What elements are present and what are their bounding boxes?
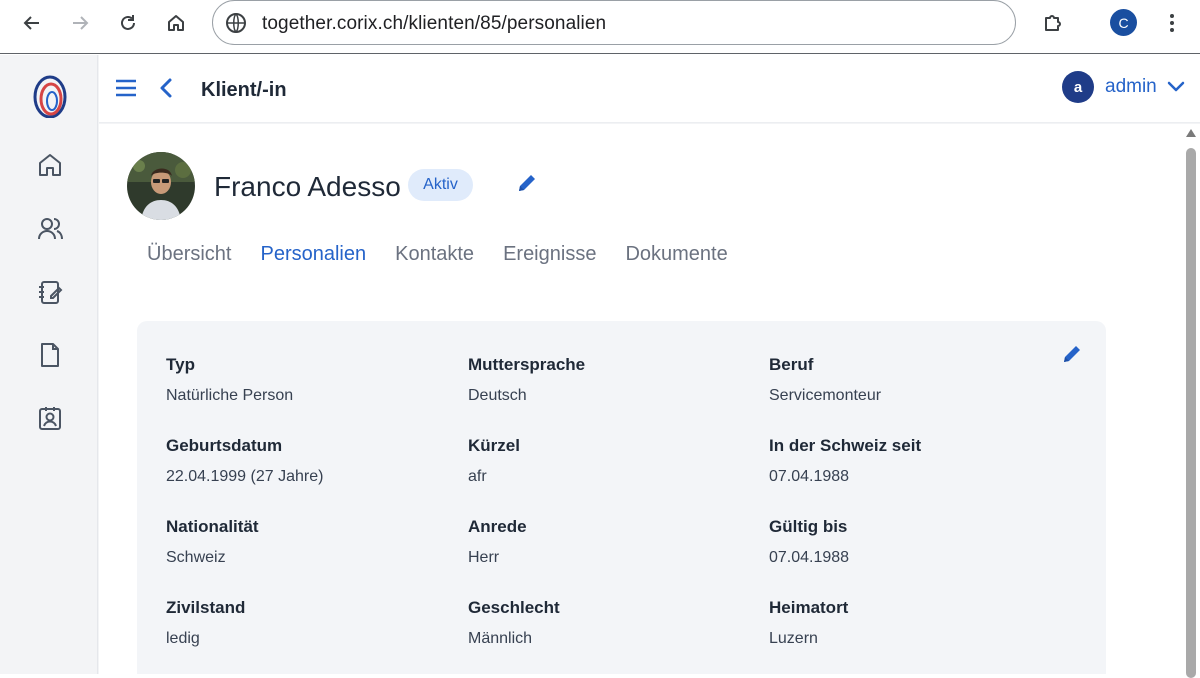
field-value: afr	[468, 468, 487, 485]
chevron-left-icon	[160, 78, 172, 98]
field-value: 22.04.1999 (27 Jahre)	[166, 468, 324, 485]
notebook-edit-icon	[39, 281, 63, 304]
contact-badge-icon	[39, 407, 61, 430]
nav-journal[interactable]	[34, 276, 66, 308]
field-geschlecht: Geschlecht Männlich	[468, 598, 748, 648]
arrow-right-icon	[73, 16, 89, 30]
hamburger-icon	[116, 79, 136, 97]
field-label: Gültig bis	[769, 517, 848, 536]
field-in-der-schweiz-seit: In der Schweiz seit 07.04.1988	[769, 436, 1049, 486]
field-value: Herr	[468, 549, 500, 566]
home-browser-button[interactable]	[162, 9, 190, 37]
app-logo[interactable]	[30, 73, 70, 118]
reload-icon	[121, 15, 135, 30]
browser-toolbar: together.corix.ch/klienten/85/personalie…	[0, 0, 1200, 54]
tab-kontakte[interactable]: Kontakte	[395, 243, 474, 273]
tab-bar: Übersicht Personalien Kontakte Ereigniss…	[147, 243, 757, 273]
edit-details-button[interactable]	[1061, 343, 1083, 365]
arrow-left-icon	[23, 16, 39, 30]
kebab-menu-icon	[1170, 14, 1174, 32]
field-kuerzel: Kürzel afr	[468, 436, 748, 486]
logo-icon	[33, 75, 67, 118]
field-label: Geburtsdatum	[166, 436, 283, 455]
field-value: 07.04.1988	[769, 549, 850, 566]
extensions-button[interactable]	[1039, 9, 1067, 37]
field-value: ledig	[166, 630, 200, 647]
house-icon	[168, 15, 184, 31]
nav-home[interactable]	[34, 149, 66, 181]
scrollbar[interactable]	[1182, 124, 1200, 678]
field-geburtsdatum: Geburtsdatum 22.04.1999 (27 Jahre)	[166, 436, 446, 486]
field-nationalitaet: Nationalität Schweiz	[166, 517, 446, 567]
scrollbar-thumb[interactable]	[1186, 148, 1196, 678]
main-content: Franco Adesso Aktiv Übersicht Personalie…	[99, 124, 1182, 674]
edit-client-button[interactable]	[516, 172, 538, 194]
menu-toggle-button[interactable]	[114, 77, 138, 99]
field-value: Deutsch	[468, 387, 527, 404]
tab-personalien[interactable]: Personalien	[260, 243, 366, 273]
field-value: Servicemonteur	[769, 387, 882, 404]
page-title: Klient/-in	[201, 79, 287, 101]
field-label: Anrede	[468, 517, 527, 536]
nav-clients[interactable]	[34, 213, 66, 245]
field-zivilstand: Zivilstand ledig	[166, 598, 446, 648]
app-header: Klient/-in a admin	[99, 55, 1200, 123]
field-label: Typ	[166, 355, 195, 374]
pencil-icon	[1064, 346, 1080, 362]
field-muttersprache: Muttersprache Deutsch	[468, 355, 748, 405]
scroll-up-arrow-icon[interactable]	[1186, 129, 1196, 137]
chevron-down-icon	[1167, 81, 1185, 92]
field-label: Muttersprache	[468, 355, 586, 374]
pencil-icon	[519, 175, 535, 191]
browser-profile-avatar[interactable]: C	[1110, 9, 1137, 36]
user-menu-label[interactable]: admin	[1105, 76, 1157, 98]
field-label: Heimatort	[769, 598, 849, 617]
puzzle-icon	[1045, 15, 1061, 31]
field-label: Kürzel	[468, 436, 520, 455]
browser-menu-button[interactable]	[1158, 9, 1186, 37]
reload-button[interactable]	[114, 9, 142, 37]
user-menu-toggle[interactable]	[1167, 79, 1185, 95]
nav-documents[interactable]	[34, 339, 66, 371]
field-value: 07.04.1988	[769, 468, 850, 485]
address-bar[interactable]: together.corix.ch/klienten/85/personalie…	[212, 0, 1016, 45]
document-icon	[41, 343, 59, 367]
forward-button[interactable]	[66, 9, 94, 37]
url-text: together.corix.ch/klienten/85/personalie…	[262, 13, 607, 34]
user-avatar[interactable]: a	[1062, 71, 1094, 103]
field-label: Geschlecht	[468, 598, 560, 617]
field-gueltig-bis: Gültig bis 07.04.1988	[769, 517, 1049, 567]
field-value: Schweiz	[166, 549, 226, 566]
back-nav-button[interactable]	[157, 77, 177, 99]
field-beruf: Beruf Servicemonteur	[769, 355, 1049, 405]
site-info-icon[interactable]	[225, 12, 247, 34]
field-value: Luzern	[769, 630, 818, 647]
app: Klient/-in a admin Franco Adesso Aktiv Ü…	[0, 55, 1200, 678]
field-label: In der Schweiz seit	[769, 436, 922, 455]
back-button[interactable]	[18, 9, 46, 37]
tab-ereignisse[interactable]: Ereignisse	[503, 243, 596, 273]
field-label: Zivilstand	[166, 598, 246, 617]
status-badge: Aktiv	[408, 169, 473, 201]
person-photo-icon	[127, 152, 195, 220]
field-typ: Typ Natürliche Person	[166, 355, 446, 405]
tab-uebersicht[interactable]: Übersicht	[147, 243, 231, 273]
field-label: Nationalität	[166, 517, 259, 536]
personal-details-card: Typ Natürliche Person Muttersprache Deut…	[137, 321, 1106, 674]
nav-contacts[interactable]	[34, 402, 66, 434]
users-icon	[38, 218, 63, 240]
field-value: Natürliche Person	[166, 387, 294, 404]
field-label: Beruf	[769, 355, 814, 374]
field-value: Männlich	[468, 630, 533, 647]
field-heimatort: Heimatort Luzern	[769, 598, 1049, 648]
home-icon	[39, 154, 61, 176]
sidebar	[0, 55, 98, 674]
field-anrede: Anrede Herr	[468, 517, 748, 567]
tab-dokumente[interactable]: Dokumente	[625, 243, 727, 273]
client-avatar	[127, 152, 195, 220]
client-name: Franco Adesso	[214, 171, 401, 202]
